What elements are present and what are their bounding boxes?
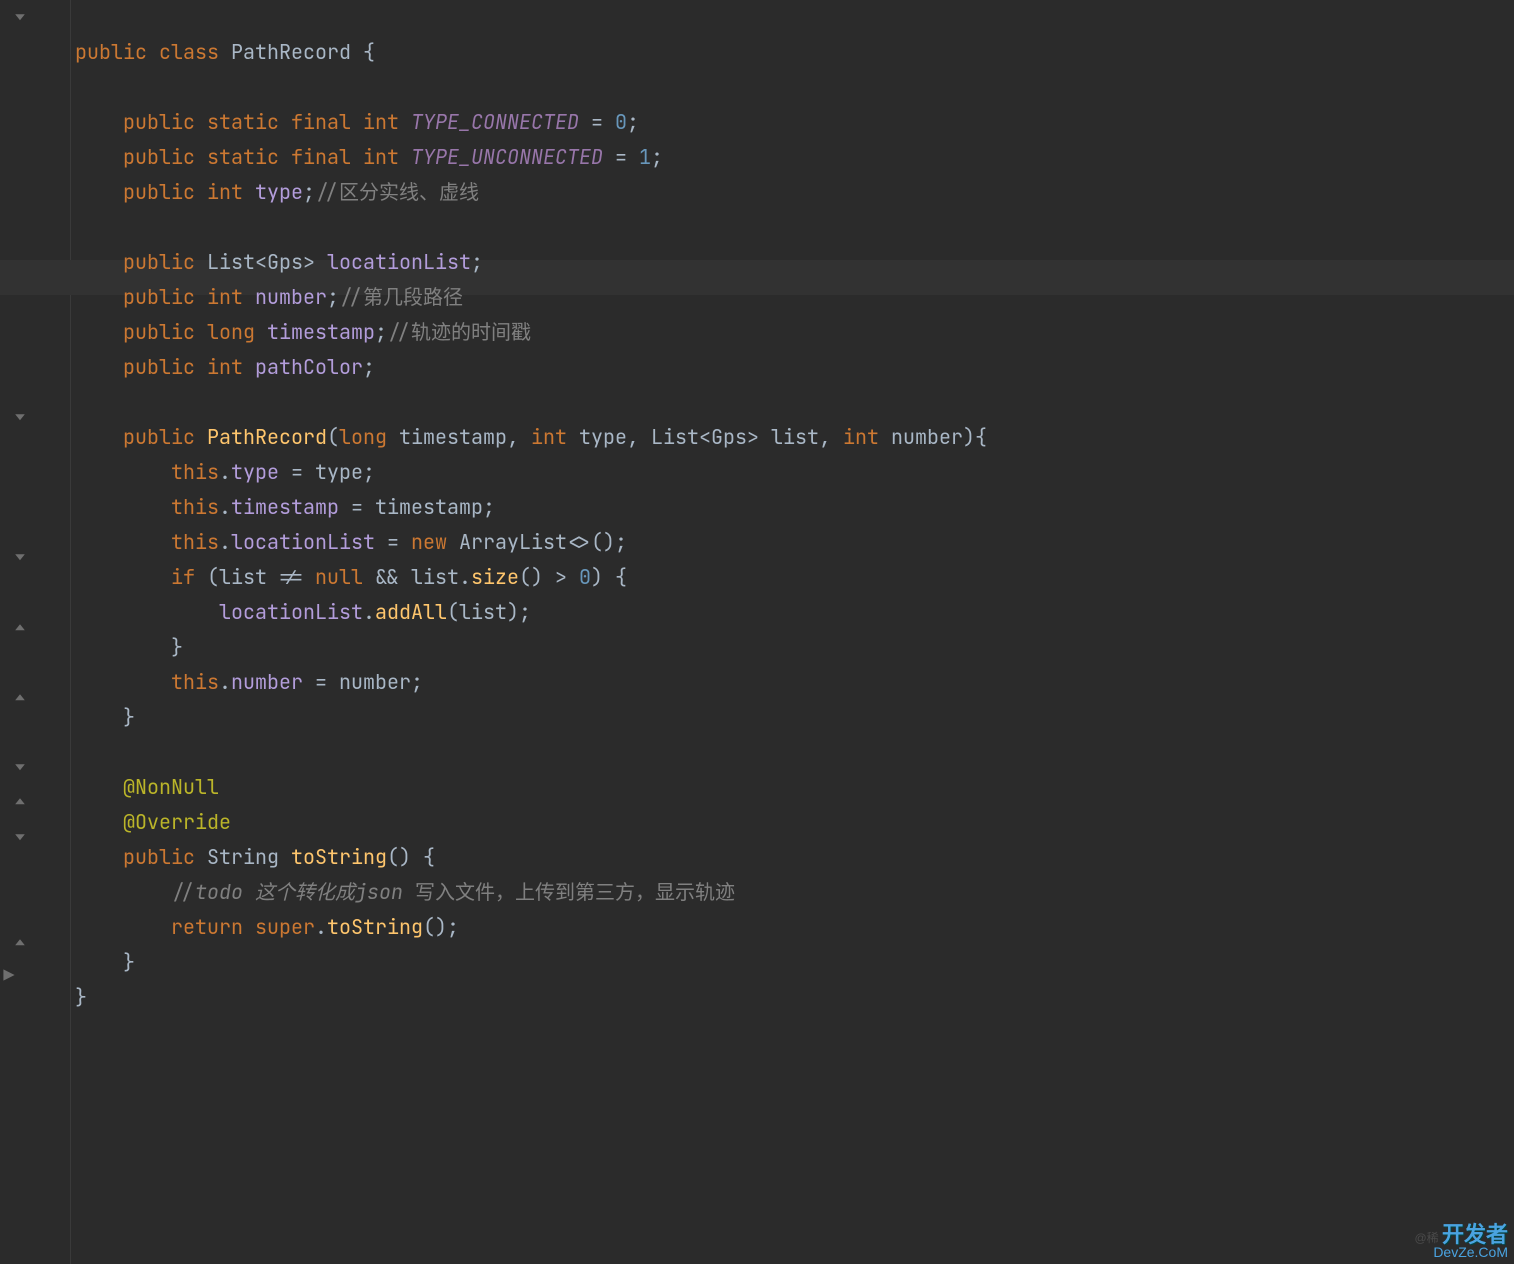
fold-icon[interactable] [14, 833, 26, 845]
fold-icon[interactable] [14, 553, 26, 565]
code-line[interactable]: public List<Gps> locationList; [75, 245, 1514, 280]
code-line[interactable]: @Override [75, 805, 1514, 840]
code-line[interactable]: this.timestamp = timestamp; [75, 490, 1514, 525]
fold-icon[interactable] [14, 938, 26, 950]
code-content[interactable]: public class PathRecord { public static … [75, 0, 1514, 1264]
watermark-small: @稀 [1414, 1231, 1438, 1245]
code-line[interactable]: public int type;//区分实线、虚线 [75, 175, 1514, 210]
code-line[interactable] [75, 385, 1514, 420]
fold-icon[interactable] [14, 13, 26, 25]
editor-gutter [0, 0, 71, 1264]
run-arrow-icon[interactable] [2, 958, 16, 1224]
code-line[interactable]: public String toString() { [75, 840, 1514, 875]
code-line[interactable]: public class PathRecord { [75, 35, 1514, 70]
code-line[interactable]: this.locationList = new ArrayList<>(); [75, 525, 1514, 560]
code-line[interactable]: public int number;//第几段路径 [75, 280, 1514, 315]
code-line[interactable] [75, 735, 1514, 770]
code-line[interactable]: this.number = number; [75, 665, 1514, 700]
code-line[interactable]: public static final int TYPE_UNCONNECTED… [75, 140, 1514, 175]
fold-icon[interactable] [14, 413, 26, 425]
code-line[interactable]: locationList.addAll(list); [75, 595, 1514, 630]
code-line[interactable]: } [75, 700, 1514, 735]
fold-icon[interactable] [14, 623, 26, 635]
code-line[interactable]: return super.toString(); [75, 910, 1514, 945]
code-line[interactable]: if (list != null && list.size() > 0) { [75, 560, 1514, 595]
code-line[interactable]: this.type = type; [75, 455, 1514, 490]
code-line[interactable]: //todo 这个转化成json 写入文件，上传到第三方，显示轨迹 [75, 875, 1514, 910]
code-line[interactable] [75, 0, 1514, 35]
code-line[interactable]: } [75, 630, 1514, 665]
code-line[interactable] [75, 70, 1514, 105]
watermark-sub: DevZe.CoM [1433, 1244, 1508, 1260]
fold-icon[interactable] [14, 693, 26, 705]
watermark: @稀 开发者 DevZe.CoM [1414, 1228, 1508, 1260]
fold-icon[interactable] [14, 763, 26, 775]
code-editor[interactable]: public class PathRecord { public static … [0, 0, 1514, 1264]
code-line[interactable]: } [75, 945, 1514, 980]
code-line[interactable]: public static final int TYPE_CONNECTED =… [75, 105, 1514, 140]
code-line[interactable]: } [75, 980, 1514, 1015]
code-line[interactable] [75, 210, 1514, 245]
code-line[interactable]: public int pathColor; [75, 350, 1514, 385]
code-line[interactable]: @NonNull [75, 770, 1514, 805]
fold-icon[interactable] [14, 797, 26, 809]
code-line[interactable]: public long timestamp;//轨迹的时间戳 [75, 315, 1514, 350]
code-line[interactable]: public PathRecord(long timestamp, int ty… [75, 420, 1514, 455]
